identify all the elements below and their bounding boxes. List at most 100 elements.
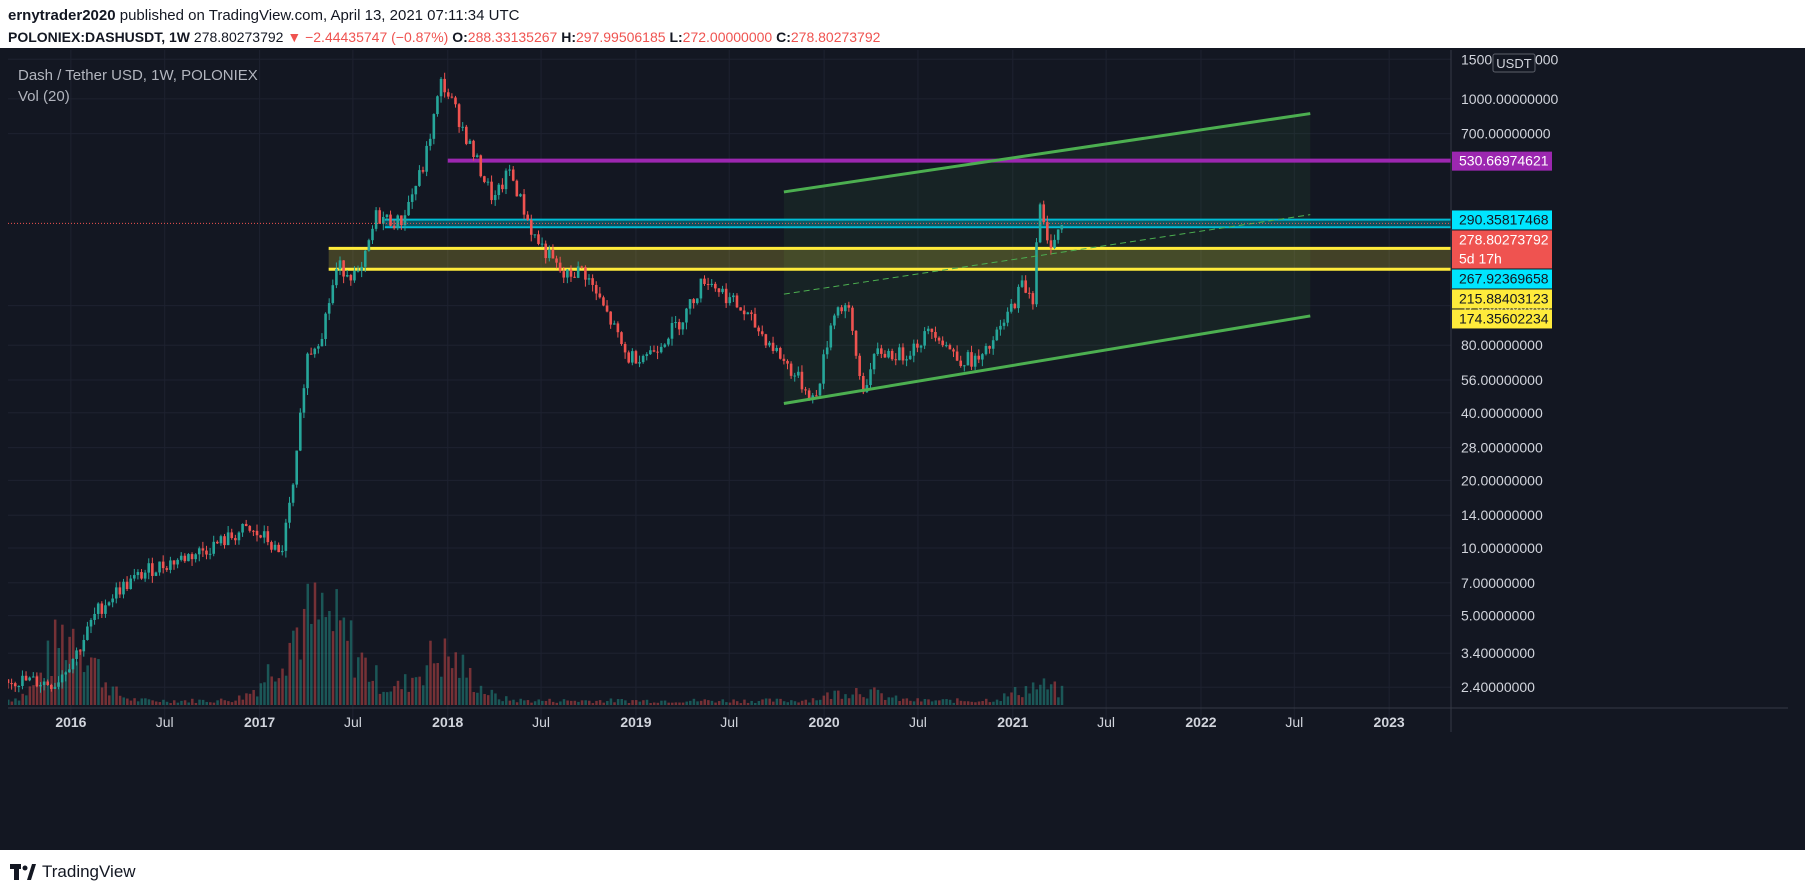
candle-body <box>212 541 216 554</box>
candle-body <box>919 345 923 348</box>
volume-bar <box>645 699 649 705</box>
volume-bar <box>508 700 512 705</box>
volume-bar <box>270 676 273 705</box>
volume-bar <box>840 698 844 705</box>
volume-bar <box>616 699 620 705</box>
candle-body <box>988 346 991 349</box>
volume-indicator-label[interactable]: Vol (20) <box>18 88 70 105</box>
volume-bar <box>176 702 180 705</box>
candle-body <box>822 354 825 384</box>
candle-body <box>746 312 750 315</box>
candle-body <box>461 126 465 128</box>
volume-bar <box>714 702 717 705</box>
volume-bar <box>959 700 963 705</box>
volume-bar <box>227 701 230 705</box>
candle-body <box>349 275 353 281</box>
y-tick-label: 5.00000000 <box>1461 608 1535 624</box>
volume-bar <box>833 690 836 705</box>
volume-bar <box>728 702 732 705</box>
price-chart[interactable]: 1500.000000001000.00000000700.0000000012… <box>6 50 1788 850</box>
y-tick-label: 80.00000000 <box>1461 337 1543 353</box>
volume-bar <box>920 701 923 705</box>
candle-body <box>89 619 93 627</box>
chart-legend-title: Dash / Tether USD, 1W, POLONIEX <box>18 67 258 84</box>
volume-bar <box>461 654 465 705</box>
candle-body <box>800 371 804 390</box>
price-label: 290.35817468 <box>1459 211 1549 227</box>
candle-body <box>825 347 829 355</box>
volume-bar <box>367 681 371 705</box>
volume-bar <box>988 702 992 705</box>
candle-body <box>573 276 576 278</box>
candle-body <box>331 285 335 304</box>
tradingview-logo-icon <box>10 864 36 880</box>
volume-bar <box>656 702 660 705</box>
volume-bar <box>595 700 598 705</box>
volume-bar <box>1003 693 1006 705</box>
candle-body <box>519 194 522 197</box>
volume-bar <box>422 685 425 705</box>
volume-bar <box>569 700 573 705</box>
close-value: 278.80273792 <box>790 29 881 45</box>
x-tick-label: Jul <box>156 714 174 730</box>
volume-bar <box>512 699 515 705</box>
volume-bar <box>317 619 320 705</box>
x-tick-label: Jul <box>1097 714 1115 730</box>
volume-bar <box>909 700 912 705</box>
candle-body <box>248 526 252 531</box>
candle-body <box>501 184 504 190</box>
x-tick-label: Jul <box>1285 714 1303 730</box>
candle-body <box>771 342 775 351</box>
volume-bar <box>631 700 634 705</box>
author-name[interactable]: ernytrader2020 <box>8 7 116 24</box>
volume-bar <box>212 702 216 705</box>
volume-bar <box>32 685 35 705</box>
candle-body <box>515 180 519 197</box>
volume-bar <box>53 619 57 705</box>
candle-body <box>991 340 995 349</box>
candle-body <box>591 278 594 285</box>
candle-body <box>39 685 42 687</box>
low-value: 272.00000000 <box>682 29 773 45</box>
volume-bar <box>288 642 291 705</box>
candle-body <box>609 311 612 325</box>
tradingview-logo[interactable]: TradingView <box>10 862 136 882</box>
candle-body <box>396 215 400 229</box>
candle-body <box>760 331 764 335</box>
volume-bar <box>454 652 457 705</box>
candle-body <box>327 303 331 314</box>
volume-bar <box>667 702 670 705</box>
candle-body <box>284 522 288 551</box>
volume-bar <box>999 701 1002 705</box>
candle-body <box>836 307 840 316</box>
volume-bar <box>313 582 317 705</box>
volume-bar <box>432 663 436 705</box>
volume-bar <box>147 699 151 705</box>
chart-area[interactable]: 1500.000000001000.00000000700.0000000012… <box>6 50 1788 850</box>
volume-bar <box>873 687 876 705</box>
volume-bar <box>1060 685 1064 705</box>
candle-body <box>735 295 739 308</box>
volume-bar <box>10 701 14 705</box>
candle-body <box>854 330 858 356</box>
candle-body <box>858 355 861 376</box>
y-tick-label: 700.00000000 <box>1461 126 1551 142</box>
volume-bar <box>263 682 266 705</box>
candle-body <box>981 354 984 360</box>
volume-bar <box>483 693 486 705</box>
candle-body <box>1042 204 1046 223</box>
candle-body <box>612 323 616 325</box>
volume-bar <box>64 660 68 705</box>
candle-body <box>890 350 894 360</box>
volume-bar <box>194 702 198 705</box>
ohlc-line: POLONIEX:DASHUSDT, 1W 278.80273792 ▼ −2.… <box>8 29 880 45</box>
volume-bar <box>717 701 721 705</box>
y-tick-label: 3.40000000 <box>1461 645 1535 661</box>
candle-body <box>407 201 410 216</box>
candle-body <box>291 484 295 503</box>
candle-body <box>840 307 843 312</box>
volume-bar <box>660 700 663 705</box>
volume-bar <box>14 698 17 705</box>
volume-bar <box>689 700 692 705</box>
volume-bar <box>602 702 605 705</box>
